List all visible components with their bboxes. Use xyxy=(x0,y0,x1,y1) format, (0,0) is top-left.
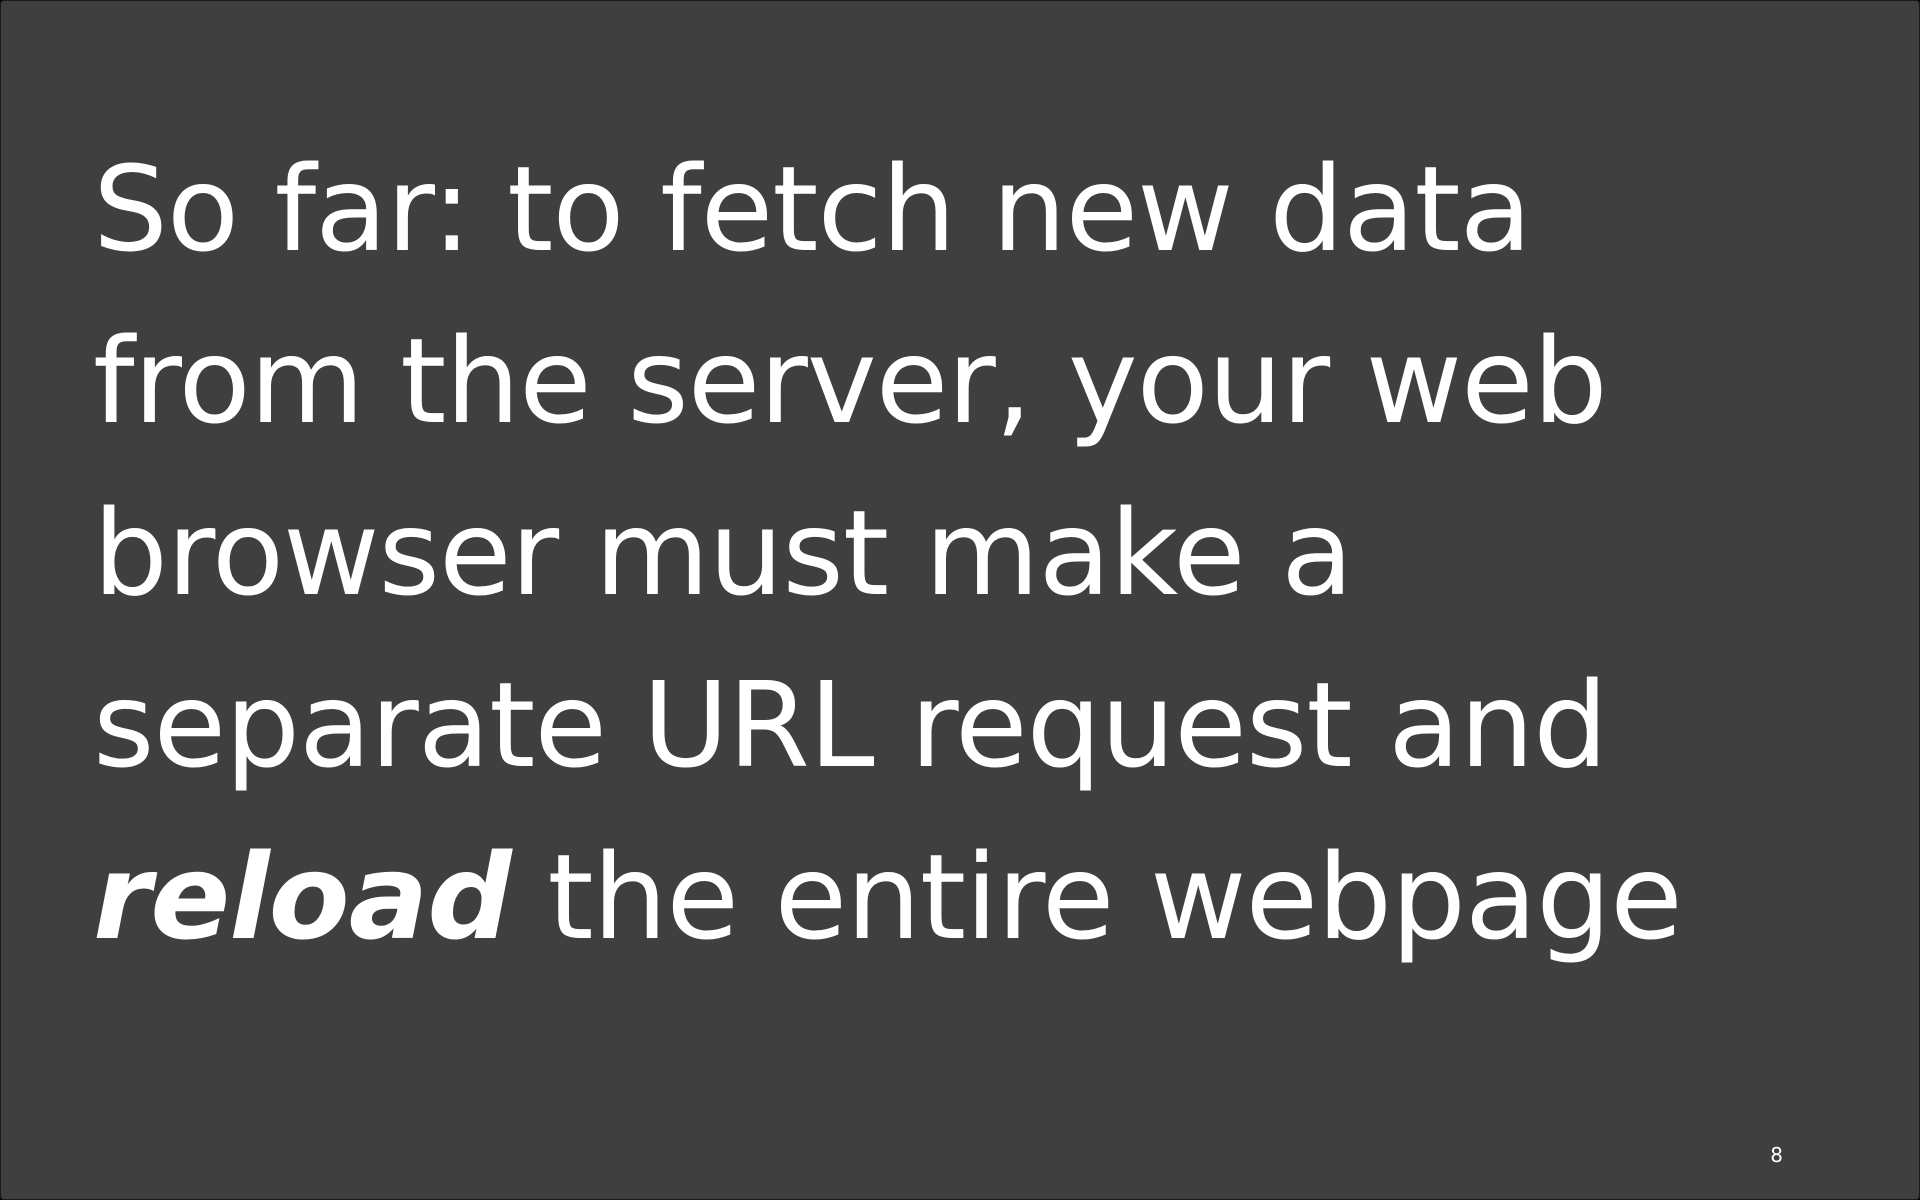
slide-body-text: So far: to fetch new data from the serve… xyxy=(93,123,1873,983)
text-line-3: browser must make a xyxy=(93,484,1353,622)
slide: So far: to fetch new data from the serve… xyxy=(0,0,1920,1200)
text-line-5-rest: the entire webpage xyxy=(510,828,1682,966)
emphasized-word-reload: reload xyxy=(93,828,512,966)
text-line-4: separate URL request and xyxy=(93,656,1608,794)
page-number: 8 xyxy=(1770,1143,1783,1167)
text-line-5: reload the entire webpage xyxy=(93,811,1873,983)
text-line-2: from the server, your web xyxy=(93,312,1608,450)
text-line-1: So far: to fetch new data xyxy=(93,140,1532,278)
